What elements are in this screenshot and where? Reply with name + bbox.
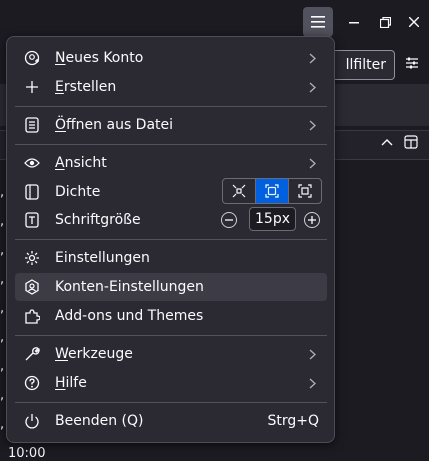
open-file-icon [23,116,41,134]
menu-item-addons[interactable]: Add-ons und Themes [15,302,327,330]
menu-item-label: Neues Konto [55,50,144,66]
restore-button[interactable] [371,8,399,36]
chevron-right-icon [305,50,319,66]
menu-item-account-settings[interactable]: Konten-Einstellungen [15,273,327,301]
column-picker-icon[interactable] [404,135,418,153]
row-time: 10:00 [8,446,46,461]
minimize-icon [349,22,359,24]
new-account-icon [23,49,41,67]
menu-item-label: Öffnen aus Datei [55,117,174,133]
menu-item-label: Konten-Einstellungen [55,279,204,295]
gear-icon [23,249,41,267]
menu-item-label: Add-ons und Themes [55,308,204,324]
font-size-value[interactable]: 15px [249,207,296,231]
density-normal-button[interactable] [256,179,289,203]
menu-item-help[interactable]: Hilfe [15,369,327,397]
hamburger-icon [311,16,325,28]
app-menu-button[interactable] [303,7,333,37]
density-icon [23,183,41,201]
power-icon [23,412,41,430]
density-normal-icon [265,184,279,198]
puzzle-icon [23,307,41,325]
chevron-right-icon [305,375,319,391]
menu-item-label: Werkzeuge [55,346,133,362]
menu-item-label: Beenden (Q) [55,413,144,429]
menu-separator [15,335,327,336]
close-icon [409,17,419,27]
menu-item-label: Einstellungen [55,250,150,266]
menu-item-label: Hilfe [55,375,87,391]
menu-separator [15,144,327,145]
menu-item-new-account[interactable]: Neues Konto [15,44,327,72]
font-size-increase-button[interactable] [304,212,320,228]
eye-icon [23,154,41,172]
chevron-right-icon [305,79,319,95]
font-size-decrease-button[interactable] [221,212,237,228]
menu-item-tools[interactable]: Werkzeuge [15,340,327,368]
help-icon [23,374,41,392]
plus-icon [23,78,41,96]
font-size-label: Schriftgröße [55,212,141,228]
quick-filter-label: llfilter [345,57,386,73]
menu-separator [15,106,327,107]
menu-item-create[interactable]: Erstellen [15,73,327,101]
menu-item-settings[interactable]: Einstellungen [15,244,327,272]
density-relaxed-button[interactable] [289,179,321,203]
chevron-right-icon [305,117,319,133]
density-compact-icon [232,184,246,198]
menu-item-view[interactable]: Ansicht [15,149,327,177]
menu-item-open-file[interactable]: Öffnen aus Datei [15,111,327,139]
font-size-icon [23,211,41,229]
plus-icon [308,216,316,224]
chevron-right-icon [305,346,319,362]
app-menu-panel: Neues Konto Erstellen Öffnen aus Datei A… [6,36,335,443]
density-label: Dichte [55,184,101,200]
minus-icon [225,219,233,221]
quick-filter-button[interactable]: llfilter [327,50,395,80]
density-selector [222,178,322,204]
sort-up-icon[interactable] [381,136,393,151]
menu-separator [15,239,327,240]
account-settings-icon [23,278,41,296]
display-options-icon[interactable] [405,56,419,74]
close-button[interactable] [400,8,428,36]
density-compact-button[interactable] [223,179,256,203]
quit-shortcut: Strg+Q [267,413,319,429]
menu-item-label: Erstellen [55,79,117,95]
wrench-icon [23,345,41,363]
density-relaxed-icon [298,184,312,198]
menu-item-quit[interactable]: Beenden (Q) Strg+Q [15,407,327,435]
restore-icon [379,16,391,28]
menu-item-label: Ansicht [55,155,107,171]
menu-separator [15,402,327,403]
minimize-button[interactable] [340,8,368,36]
chevron-right-icon [305,155,319,171]
